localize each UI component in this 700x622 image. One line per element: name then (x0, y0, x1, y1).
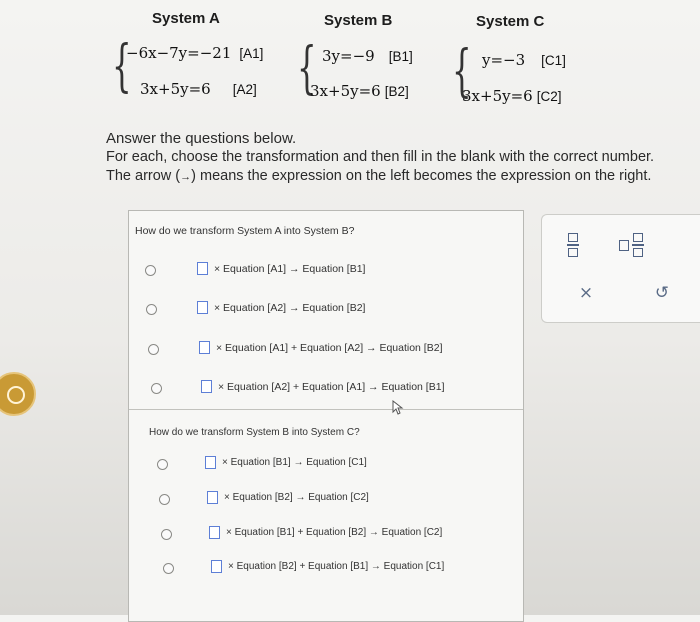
question-2-text: How do we transform System B into System… (149, 427, 360, 438)
side-badge-icon (0, 372, 36, 416)
q1-option-2-radio[interactable] (146, 304, 157, 315)
q2-option-4: × Equation [B2] + Equation [B1] → Equati… (211, 560, 444, 573)
q1-option-3-label: × Equation [A1] + Equation [A2] → Equati… (216, 341, 443, 354)
instruction-line-1: Answer the questions below. (106, 130, 297, 147)
q2-option-4-blank[interactable] (211, 560, 222, 573)
system-c-title: System C (476, 13, 545, 30)
instruction-line-3: The arrow (→) means the expression on th… (106, 168, 651, 184)
system-a-title: System A (152, 10, 220, 27)
system-b-eq2-expr: 3x+5y=6 (310, 82, 381, 100)
q2-option-2-label: × Equation [B2] → Equation [C2] (224, 492, 369, 503)
q2-option-1-radio[interactable] (157, 459, 168, 470)
system-c-eq1: y=−3 [C1] (482, 51, 566, 69)
q1-option-1: × Equation [A1] → Equation [B1] (197, 262, 365, 275)
q2-option-3-radio[interactable] (161, 529, 172, 540)
instruction-line-3-pre: The arrow ( (106, 168, 181, 184)
q1-option-3: × Equation [A1] + Equation [A2] → Equati… (199, 341, 443, 354)
system-c-eq1-tag: [C1] (541, 53, 566, 68)
q2-option-4-label: × Equation [B2] + Equation [B1] → Equati… (228, 561, 445, 572)
fraction-icon (567, 233, 579, 257)
question-divider (129, 409, 523, 410)
mouse-cursor-icon (392, 400, 404, 415)
q1-option-3-blank[interactable] (199, 341, 210, 354)
close-icon: × (578, 283, 594, 303)
instruction-line-2: For each, choose the transformation and … (106, 149, 655, 165)
q2-option-1: × Equation [B1] → Equation [C1] (205, 456, 367, 469)
question-1-text: How do we transform System A into System… (135, 225, 355, 237)
q2-option-2-radio[interactable] (159, 494, 170, 505)
system-b-eq1: 3y=−9 [B1] (322, 47, 413, 65)
q2-option-3-blank[interactable] (209, 526, 220, 539)
fraction-button[interactable] (562, 231, 584, 259)
q1-option-1-radio[interactable] (145, 265, 156, 276)
system-c-eq2: 3x+5y=6 [C2] (462, 87, 561, 105)
q1-option-1-blank[interactable] (197, 262, 208, 275)
question-panel: How do we transform System A into System… (128, 210, 524, 622)
mixed-number-button[interactable] (614, 231, 648, 259)
q1-option-4: × Equation [A2] + Equation [A1] → Equati… (201, 380, 445, 393)
system-c-eq2-expr: 3x+5y=6 (462, 87, 533, 105)
q2-option-2-blank[interactable] (207, 491, 218, 504)
system-c-eq1-expr: y=−3 (482, 51, 526, 69)
system-a-eq2-expr: 3x+5y=6 (140, 80, 211, 98)
instruction-line-3-post: ) means the expression on the left becom… (191, 168, 652, 184)
mixed-number-icon (618, 233, 644, 257)
q1-option-2-label: × Equation [A2] → Equation [B2] (214, 301, 366, 314)
system-a-eq1-expr: −6x−7y=−21 (126, 44, 232, 62)
system-b-eq1-tag: [B1] (388, 49, 413, 64)
q1-option-4-radio[interactable] (151, 383, 162, 394)
q2-option-1-blank[interactable] (205, 456, 216, 469)
system-a-eq1: −6x−7y=−21 [A1] (126, 44, 263, 62)
q2-option-1-label: × Equation [B1] → Equation [C1] (222, 457, 367, 468)
q1-option-3-radio[interactable] (148, 344, 159, 355)
clear-button[interactable]: × (574, 281, 598, 305)
system-b-title: System B (324, 12, 393, 29)
q2-option-3-label: × Equation [B1] + Equation [B2] → Equati… (226, 527, 443, 538)
q1-option-4-label: × Equation [A2] + Equation [A1] → Equati… (218, 380, 445, 393)
q1-option-2: × Equation [A2] → Equation [B2] (197, 301, 365, 314)
system-b-eq2: 3x+5y=6 [B2] (310, 82, 409, 100)
undo-icon: ↺ (654, 283, 670, 303)
q2-option-3: × Equation [B1] + Equation [B2] → Equati… (209, 526, 442, 539)
system-a-eq2-tag: [A2] (232, 82, 257, 97)
system-c-eq2-tag: [C2] (536, 89, 562, 104)
system-a-eq2: 3x+5y=6 [A2] (140, 80, 257, 98)
q2-option-4-radio[interactable] (163, 563, 174, 574)
arrow-symbol: → (180, 171, 192, 183)
q1-option-2-blank[interactable] (197, 301, 208, 314)
q1-option-4-blank[interactable] (201, 380, 212, 393)
system-b-eq2-tag: [B2] (384, 84, 409, 99)
system-a-eq1-tag: [A1] (239, 46, 264, 61)
math-tool-palette: × ↺ (541, 214, 700, 323)
system-b-eq1-expr: 3y=−9 (322, 47, 375, 65)
q1-option-1-label: × Equation [A1] → Equation [B1] (214, 262, 366, 275)
undo-button[interactable]: ↺ (650, 281, 674, 305)
q2-option-2: × Equation [B2] → Equation [C2] (207, 491, 369, 504)
